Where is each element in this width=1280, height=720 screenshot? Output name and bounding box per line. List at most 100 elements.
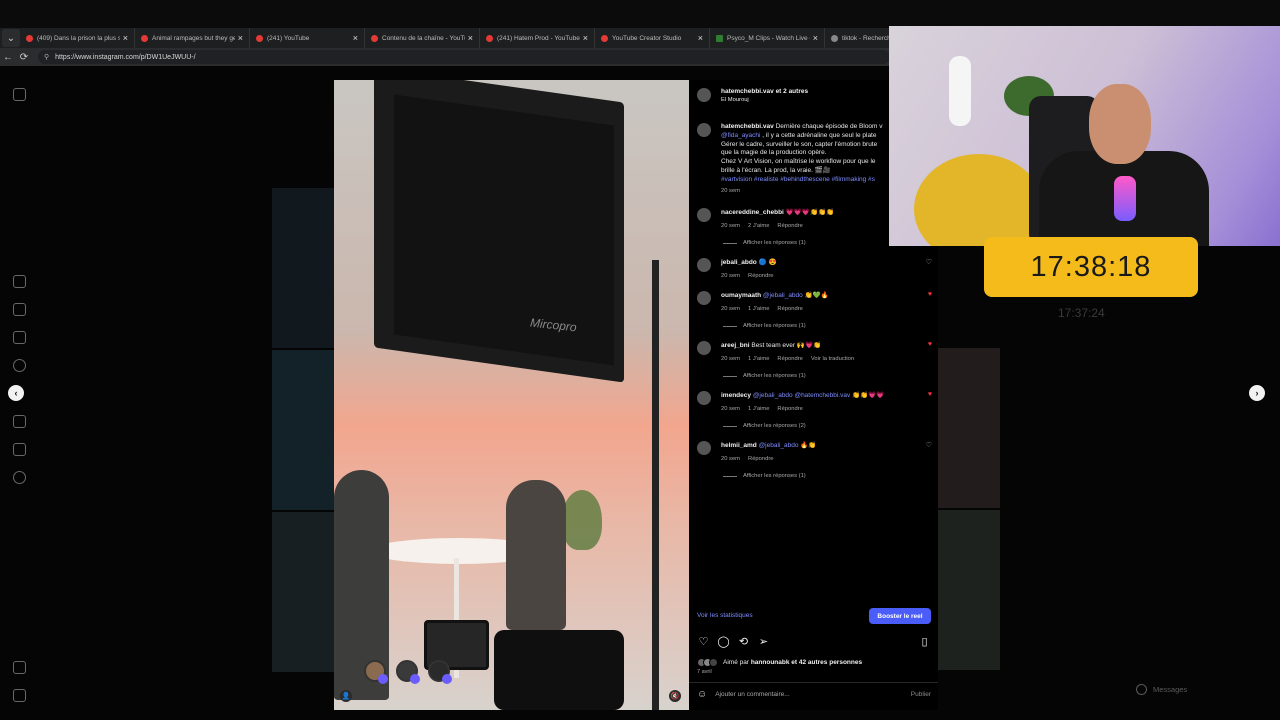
- close-tab-icon[interactable]: ×: [123, 33, 128, 43]
- tagged-users-icon[interactable]: 👤: [340, 690, 352, 702]
- liked-by-user[interactable]: hannounabk: [751, 659, 790, 666]
- commenter-avatar[interactable]: [697, 208, 711, 222]
- profile-avatar-icon[interactable]: [13, 471, 26, 484]
- webcam-overlay: [889, 26, 1280, 246]
- commenter-avatar[interactable]: [697, 441, 711, 455]
- close-tab-icon[interactable]: ×: [583, 33, 588, 43]
- caption-author[interactable]: hatemchebbi.vav: [721, 123, 774, 130]
- mute-icon[interactable]: 🔇: [669, 690, 681, 702]
- comment-like-count[interactable]: 1 J'aime: [748, 356, 769, 362]
- comment-mention[interactable]: @jebali_abdo: [763, 292, 803, 299]
- author-avatar[interactable]: [697, 88, 711, 102]
- add-comment-input[interactable]: Ajouter un commentaire...: [715, 691, 911, 698]
- commenter-username[interactable]: oumaymaath: [721, 292, 761, 299]
- comment-mention[interactable]: @jebali_abdo: [759, 442, 799, 449]
- like-heart-icon[interactable]: ♡: [697, 636, 710, 649]
- reels-icon[interactable]: [13, 303, 26, 316]
- site-info-icon[interactable]: ⚲: [44, 53, 49, 61]
- caption-author-avatar[interactable]: [697, 123, 711, 137]
- browser-tab[interactable]: (409) Dans la prison la plus susp×: [20, 28, 135, 48]
- view-replies-link[interactable]: Afficher les réponses (1): [723, 323, 806, 329]
- publish-button[interactable]: Publier: [911, 691, 931, 698]
- dashboard-icon[interactable]: [13, 443, 26, 456]
- comment-like-heart-icon[interactable]: ♡: [924, 258, 932, 281]
- comment-like-count[interactable]: 1 J'aime: [748, 306, 769, 312]
- view-replies-link[interactable]: Afficher les réponses (1): [723, 240, 806, 246]
- meta-apps-icon[interactable]: [13, 689, 26, 702]
- tab-list-chevron-icon[interactable]: ⌄: [2, 29, 20, 47]
- create-icon[interactable]: [13, 415, 26, 428]
- collaborator-avatar[interactable]: [364, 660, 388, 684]
- reload-icon[interactable]: ⟳: [16, 52, 32, 63]
- close-tab-icon[interactable]: ×: [468, 33, 473, 43]
- collaborator-avatar[interactable]: [428, 660, 452, 684]
- share-send-icon[interactable]: ➢: [757, 636, 770, 649]
- reply-link[interactable]: Répondre: [777, 406, 802, 412]
- view-replies-link[interactable]: Afficher les réponses (1): [723, 473, 806, 479]
- reply-link[interactable]: Répondre: [777, 356, 802, 362]
- close-tab-icon[interactable]: ×: [813, 33, 818, 43]
- camera-body: [494, 630, 624, 710]
- browser-tab[interactable]: Contenu de la chaîne - YouTube×: [365, 28, 480, 48]
- browser-tab[interactable]: Psyco_M Clips - Watch Live on K×: [710, 28, 825, 48]
- commenter-avatar[interactable]: [697, 291, 711, 305]
- browser-tab[interactable]: YouTube Creator Studio ×: [595, 28, 710, 48]
- commenter-username[interactable]: nacereddine_chebbi: [721, 209, 784, 216]
- save-bookmark-icon[interactable]: ▯: [918, 636, 931, 649]
- close-tab-icon[interactable]: ×: [698, 33, 703, 43]
- translate-link[interactable]: Voir la traduction: [811, 356, 854, 362]
- close-tab-icon[interactable]: ×: [238, 33, 243, 43]
- comment-like-heart-icon[interactable]: ♥: [924, 391, 932, 414]
- comment-like-heart-icon[interactable]: ♥: [924, 291, 932, 314]
- liked-by-others[interactable]: et 42 autres personnes: [791, 659, 862, 666]
- url-field[interactable]: ⚲ https://www.instagram.com/p/DW1UeJWUU-…: [38, 50, 890, 64]
- view-insights-link[interactable]: Voir les statistiques: [697, 612, 753, 619]
- commenter-avatar[interactable]: [697, 391, 711, 405]
- close-tab-icon[interactable]: ×: [353, 33, 358, 43]
- reply-link[interactable]: Répondre: [777, 223, 802, 229]
- comment-icon[interactable]: ◯: [717, 636, 730, 649]
- comment-like-count[interactable]: 1 J'aime: [748, 406, 769, 412]
- commenter-username[interactable]: jebali_abdo: [721, 259, 757, 266]
- author-name[interactable]: hatemchebbi.vav: [721, 88, 774, 95]
- caption-mention[interactable]: @fida_ayachi: [721, 132, 760, 139]
- previous-post-arrow-icon[interactable]: ‹: [8, 385, 24, 401]
- home-icon[interactable]: [13, 275, 26, 288]
- boost-reel-button[interactable]: Booster le reel: [869, 608, 931, 624]
- messages-dock[interactable]: Messages: [1136, 684, 1187, 695]
- collaborator-avatar[interactable]: [396, 660, 420, 684]
- commenter-username[interactable]: areej_bni: [721, 342, 750, 349]
- reply-link[interactable]: Répondre: [748, 456, 773, 462]
- back-arrow-icon[interactable]: ←: [0, 52, 16, 63]
- emoji-picker-icon[interactable]: ☺: [697, 689, 707, 700]
- view-replies-link[interactable]: Afficher les réponses (1): [723, 373, 806, 379]
- next-post-arrow-icon[interactable]: ›: [1249, 385, 1265, 401]
- comment-like-count[interactable]: 2 J'aime: [748, 223, 769, 229]
- caption-hashtags[interactable]: #vartvision #realiste #behindthescene #f…: [721, 176, 906, 185]
- search-icon[interactable]: [13, 359, 26, 372]
- comment-age: 20 sem: [721, 356, 741, 362]
- commenter-username[interactable]: imendecy: [721, 392, 751, 399]
- reply-link[interactable]: Répondre: [748, 273, 773, 279]
- browser-tab[interactable]: (241) YouTube ×: [250, 28, 365, 48]
- reply-link[interactable]: Répondre: [777, 306, 802, 312]
- instagram-logo-icon[interactable]: [13, 88, 26, 101]
- view-replies-text: Afficher les réponses (1): [743, 323, 806, 329]
- view-replies-link[interactable]: Afficher les réponses (2): [723, 423, 806, 429]
- comment-row: oumaymaath @jebali_abdo 👏💚🔥 20 sem 1 J'aim…: [697, 291, 932, 314]
- commenter-avatar[interactable]: [697, 341, 711, 355]
- coauthors-text[interactable]: et 2 autres: [776, 88, 809, 95]
- more-menu-icon[interactable]: [13, 661, 26, 674]
- url-text: https://www.instagram.com/p/DW1UeJWUU-/: [55, 53, 196, 61]
- browser-tab[interactable]: Animal rampages but they get i ×: [135, 28, 250, 48]
- comment-like-heart-icon[interactable]: ♡: [924, 441, 932, 464]
- commenter-avatar[interactable]: [697, 258, 711, 272]
- messages-icon[interactable]: [13, 331, 26, 344]
- reel-video[interactable]: Mircopro 👤 🔇: [334, 80, 689, 710]
- browser-tab[interactable]: (241) Hatem Prod - YouTube ×: [480, 28, 595, 48]
- comment-like-heart-icon[interactable]: ♥: [924, 341, 932, 364]
- comment-mention[interactable]: @jebali_abdo @hatemchebbi.vav: [753, 392, 850, 399]
- repost-icon[interactable]: ⟲: [737, 636, 750, 649]
- location[interactable]: El Mourouj: [721, 97, 808, 103]
- commenter-username[interactable]: helmii_amd: [721, 442, 757, 449]
